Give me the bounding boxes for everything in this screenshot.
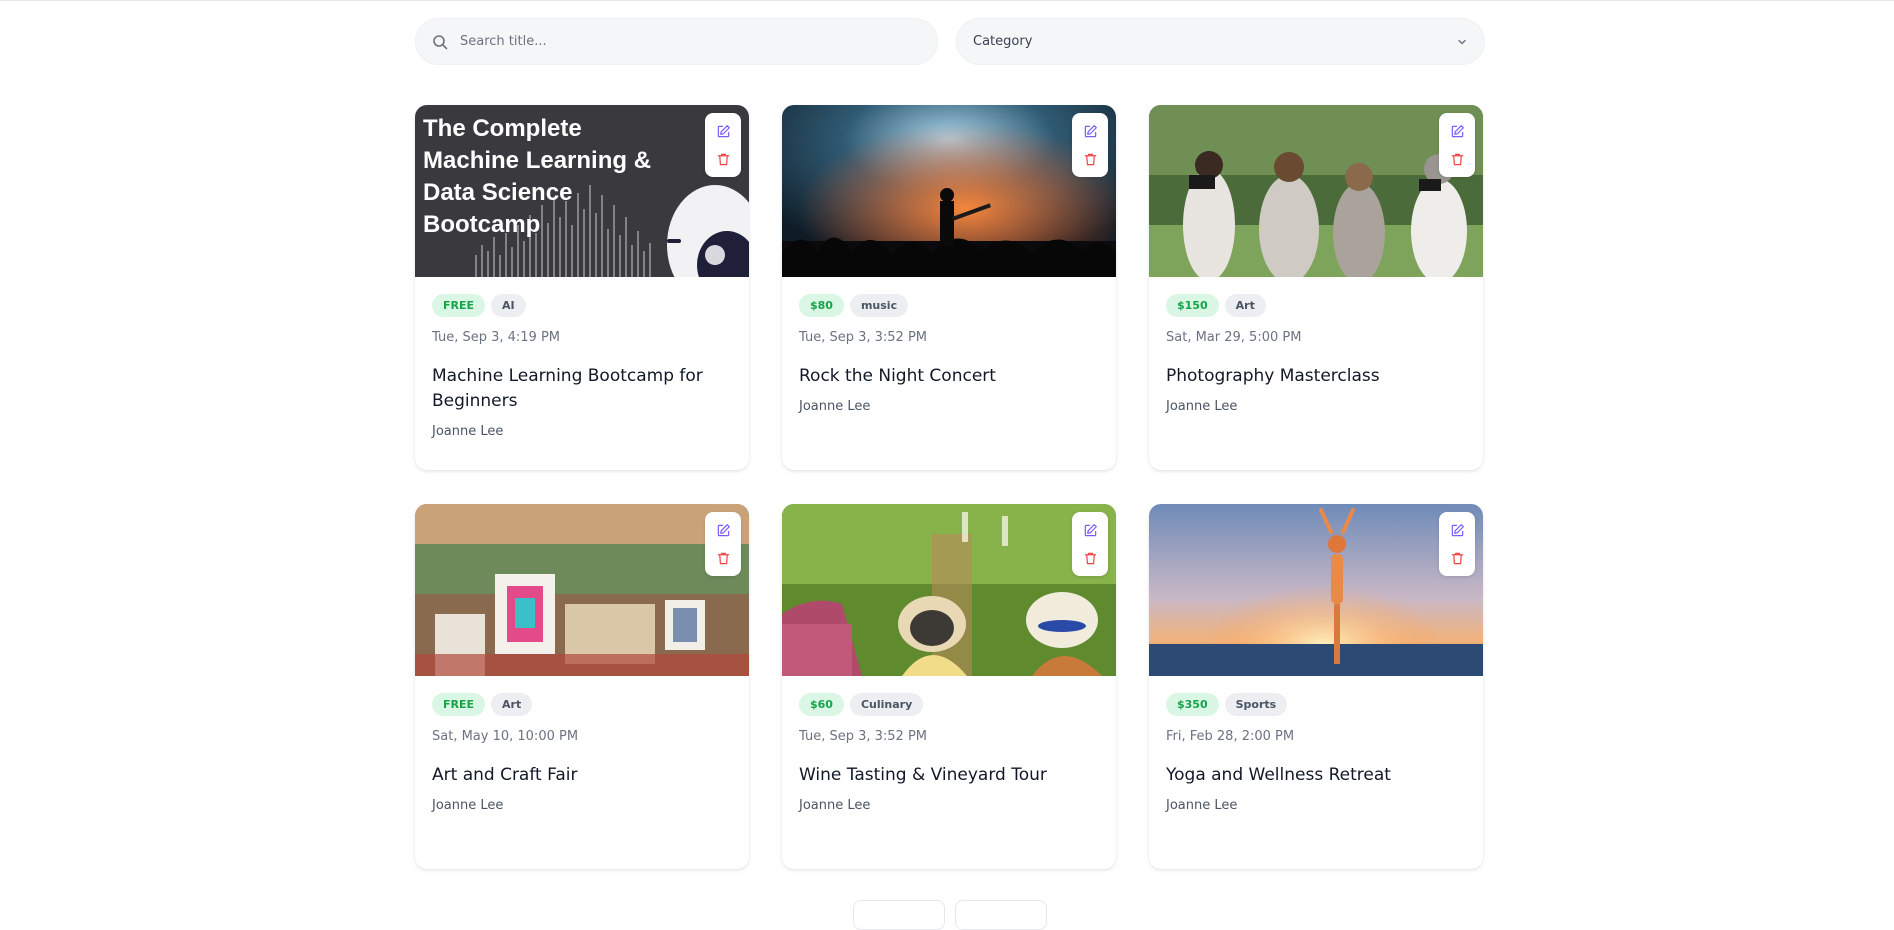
event-date: Tue, Sep 3, 4:19 PM [432,330,561,345]
delete-button[interactable] [1079,148,1101,170]
delete-button[interactable] [712,148,734,170]
pagination [853,900,1047,930]
event-title[interactable]: Photography Masterclass [1166,364,1466,389]
pagination-previous-button[interactable] [853,900,945,930]
category-badge: Art [491,693,533,716]
event-card[interactable]: FREE Art Sat, May 10, 10:00 PM Art and C… [415,504,749,869]
edit-button[interactable] [1446,120,1468,142]
badge-row: $150 Art [1166,294,1466,317]
price-badge: $350 [1166,693,1219,716]
event-title[interactable]: Wine Tasting & Vineyard Tour [799,763,1099,788]
edit-icon [717,523,730,536]
trash-icon [1451,153,1463,165]
card-actions [705,512,741,576]
card-actions [705,113,741,177]
badge-row: $350 Sports [1166,693,1466,716]
category-badge: music [849,294,909,317]
trash-icon [1084,552,1096,564]
event-grid: The Complete Machine Learning & Data Sci… [415,105,1485,869]
edit-icon [1084,124,1097,137]
card-actions [1439,512,1475,576]
event-card-body: $150 Art Sat, Mar 29, 5:00 PM Photograph… [1149,277,1483,414]
top-divider [0,0,1894,1]
edit-button[interactable] [1079,519,1101,541]
edit-icon [1451,124,1464,137]
event-image-craft-fair [415,504,749,676]
event-title[interactable]: Yoga and Wellness Retreat [1166,763,1466,788]
event-date: Tue, Sep 3, 3:52 PM [799,330,928,345]
category-badge: Culinary [849,693,924,716]
card-actions [1072,512,1108,576]
event-title[interactable]: Art and Craft Fair [432,763,732,788]
event-card-body: $60 Culinary Tue, Sep 3, 3:52 PM Wine Ta… [782,676,1116,813]
badge-row: $80 music [799,294,1099,317]
event-date: Fri, Feb 28, 2:00 PM [1166,729,1295,744]
event-card[interactable]: The Complete Machine Learning & Data Sci… [415,105,749,470]
trash-icon [1451,552,1463,564]
event-card[interactable]: $350 Sports Fri, Feb 28, 2:00 PM Yoga an… [1149,504,1483,869]
category-badge: Sports [1224,693,1288,716]
price-badge: FREE [432,693,486,716]
event-card-body: FREE Art Sat, May 10, 10:00 PM Art and C… [415,676,749,813]
search-icon [433,34,448,49]
event-title[interactable]: Rock the Night Concert [799,364,1099,389]
event-host: Joanne Lee [1166,798,1238,813]
event-image-rock-concert [782,105,1116,277]
search-box[interactable] [415,18,938,65]
edit-button[interactable] [712,519,734,541]
edit-button[interactable] [1079,120,1101,142]
price-badge: $80 [799,294,844,317]
badge-row: FREE AI [432,294,732,317]
event-image-yoga-retreat [1149,504,1483,676]
edit-button[interactable] [712,120,734,142]
badge-row: FREE Art [432,693,732,716]
event-date: Tue, Sep 3, 3:52 PM [799,729,928,744]
price-badge: $150 [1166,294,1219,317]
event-card[interactable]: $60 Culinary Tue, Sep 3, 3:52 PM Wine Ta… [782,504,1116,869]
filter-bar: Category [415,18,1485,65]
edit-button[interactable] [1446,519,1468,541]
event-card[interactable]: $80 music Tue, Sep 3, 3:52 PM Rock the N… [782,105,1116,470]
delete-button[interactable] [1079,547,1101,569]
event-host: Joanne Lee [432,798,504,813]
event-image-ml-bootcamp: The Complete Machine Learning & Data Sci… [415,105,749,277]
event-card-body: FREE AI Tue, Sep 3, 4:19 PM Machine Lear… [415,277,749,439]
event-card-body: $80 music Tue, Sep 3, 3:52 PM Rock the N… [782,277,1116,414]
event-image-wine-tasting [782,504,1116,676]
delete-button[interactable] [712,547,734,569]
delete-button[interactable] [1446,148,1468,170]
event-host: Joanne Lee [1166,399,1238,414]
event-host: Joanne Lee [432,424,504,439]
delete-button[interactable] [1446,547,1468,569]
category-select[interactable]: Category [956,18,1485,65]
event-date: Sat, May 10, 10:00 PM [432,729,579,744]
card-actions [1439,113,1475,177]
event-card-body: $350 Sports Fri, Feb 28, 2:00 PM Yoga an… [1149,676,1483,813]
event-date: Sat, Mar 29, 5:00 PM [1166,330,1302,345]
trash-icon [717,552,729,564]
event-title[interactable]: Machine Learning Bootcamp for Beginners [432,364,732,414]
pagination-next-button[interactable] [955,900,1047,930]
trash-icon [717,153,729,165]
edit-icon [1084,523,1097,536]
price-badge: $60 [799,693,844,716]
search-input[interactable] [460,34,880,49]
badge-row: $60 Culinary [799,693,1099,716]
event-host: Joanne Lee [799,399,871,414]
card-actions [1072,113,1108,177]
event-card[interactable]: $150 Art Sat, Mar 29, 5:00 PM Photograph… [1149,105,1483,470]
chevron-down-icon [1458,39,1466,44]
price-badge: FREE [432,294,486,317]
category-select-value: Category [973,34,1033,49]
category-badge: Art [1224,294,1266,317]
events-page: Category The Complete Machine Learning &… [415,18,1485,869]
event-image-photography [1149,105,1483,277]
trash-icon [1084,153,1096,165]
edit-icon [1451,523,1464,536]
event-image-caption: The Complete Machine Learning & Data Sci… [423,115,652,238]
event-host: Joanne Lee [799,798,871,813]
edit-icon [717,124,730,137]
category-badge: AI [491,294,526,317]
